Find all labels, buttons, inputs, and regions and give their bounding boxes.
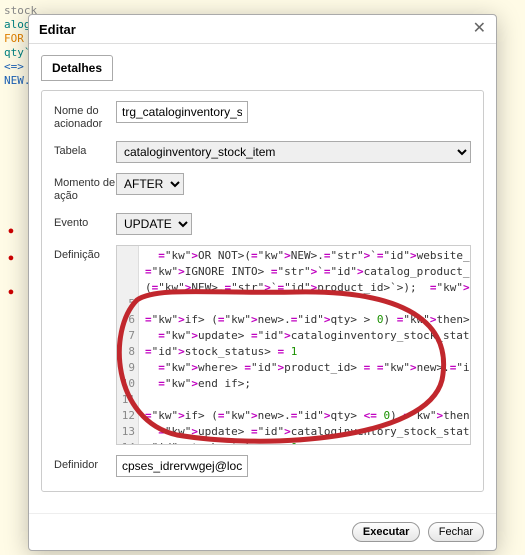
modal-footer: Executar Fechar xyxy=(29,513,496,550)
timing-select[interactable]: AFTER xyxy=(116,173,184,195)
trigger-name-label: Nome do acionador xyxy=(54,101,116,131)
line-gutter: 56789101112131415 xyxy=(117,246,139,444)
close-icon[interactable]: ✕ xyxy=(473,21,486,37)
table-label: Tabela xyxy=(54,141,116,158)
definer-label: Definidor xyxy=(54,455,116,472)
definition-editor[interactable]: 56789101112131415 ="kw">OR NOT>(="kw">NE… xyxy=(116,245,471,445)
run-button[interactable]: Executar xyxy=(352,522,420,542)
definition-label: Definição xyxy=(54,245,116,262)
modal-title: Editar xyxy=(39,22,76,37)
tab-strip: Detalhes xyxy=(41,54,484,80)
modal-header: Editar ✕ xyxy=(29,15,496,44)
form-panel: Nome do acionador Tabela cataloginventor… xyxy=(41,90,484,492)
modal-body: Detalhes Nome do acionador Tabela catalo… xyxy=(29,44,496,513)
event-label: Evento xyxy=(54,213,116,230)
close-button[interactable]: Fechar xyxy=(428,522,484,542)
trigger-name-input[interactable] xyxy=(116,101,248,123)
tab-details[interactable]: Detalhes xyxy=(41,55,113,81)
table-select[interactable]: cataloginventory_stock_item xyxy=(116,141,471,163)
error-badge: ● xyxy=(0,252,22,264)
event-select[interactable]: UPDATE xyxy=(116,213,192,235)
code-content: ="kw">OR NOT>(="kw">NEW>.="str">`="id">w… xyxy=(117,246,470,445)
timing-label: Momento de ação xyxy=(54,173,116,203)
error-badge: ● xyxy=(0,286,22,298)
definer-input[interactable] xyxy=(116,455,248,477)
error-badge: ● xyxy=(0,225,22,237)
edit-trigger-modal: Editar ✕ Detalhes Nome do acionador Tabe… xyxy=(28,14,497,551)
